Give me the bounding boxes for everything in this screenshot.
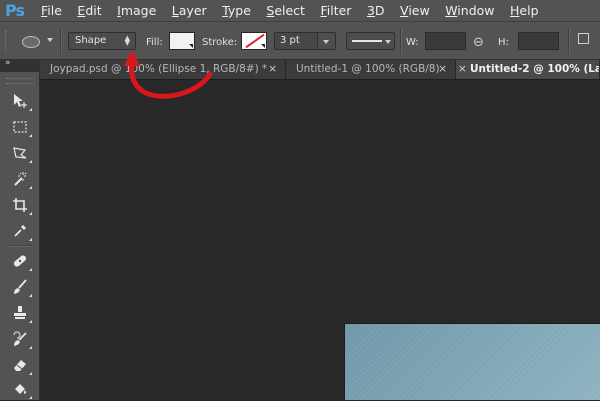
healing-brush-tool-icon[interactable] [8, 250, 32, 272]
eyedropper-tool-icon[interactable] [8, 220, 32, 242]
height-label: H: [498, 37, 509, 48]
eraser-tool-icon[interactable] [8, 354, 32, 376]
menu-view[interactable]: View [400, 0, 430, 22]
menu-type[interactable]: Type [222, 0, 251, 22]
tab-label: Untitled-1 @ 100% (RGB/8) [296, 63, 440, 75]
tools-panel-header[interactable]: » [0, 58, 40, 72]
options-separator [60, 28, 62, 54]
clone-stamp-tool-icon[interactable] [8, 302, 32, 324]
menu-3d[interactable]: 3D [367, 0, 385, 22]
chevron-down-icon [385, 40, 391, 44]
menu-layer[interactable]: Layer [172, 0, 207, 22]
menu-bar: Ps File Edit Image Layer Type Select Fil… [0, 0, 600, 22]
menu-window[interactable]: Window [445, 0, 494, 22]
menu-file[interactable]: File [41, 0, 62, 22]
tools-panel [0, 72, 40, 400]
width-input[interactable] [425, 32, 466, 50]
tools-separator [6, 245, 34, 247]
crop-tool-icon[interactable] [8, 194, 32, 216]
menu-help[interactable]: Help [510, 0, 539, 22]
menu-image[interactable]: Image [117, 0, 156, 22]
options-separator [568, 28, 570, 54]
stroke-type-select[interactable] [346, 32, 395, 50]
ellipse-tool-preset-icon[interactable] [22, 36, 40, 48]
solid-line-icon [352, 40, 382, 42]
move-tool-icon[interactable] [8, 90, 32, 112]
chevron-down-icon [323, 40, 329, 44]
collapse-chevrons-icon: » [5, 58, 10, 68]
options-separator [400, 28, 402, 54]
tab-label: Untitled-2 @ 100% (Layer [470, 63, 600, 75]
tab-untitled-2[interactable]: × Untitled-2 @ 100% (Layer [456, 60, 600, 79]
menu-edit[interactable]: Edit [77, 0, 101, 22]
tool-preset-dropdown-arrow-icon[interactable] [47, 38, 53, 42]
stroke-color-swatch[interactable] [241, 32, 267, 50]
stroke-width-dropdown-button[interactable] [318, 32, 336, 50]
stroke-swatch-dropdown-icon [261, 44, 265, 48]
document-edge [344, 323, 600, 401]
photoshop-logo: Ps [5, 0, 25, 20]
lasso-tool-icon[interactable] [8, 142, 32, 164]
canvas-area[interactable] [40, 80, 600, 401]
close-icon[interactable]: × [268, 60, 277, 79]
path-operations-icon[interactable] [578, 33, 589, 44]
tab-untitled-1[interactable]: Untitled-1 @ 100% (RGB/8) × [286, 60, 456, 79]
menu-filter[interactable]: Filter [320, 0, 351, 22]
brush-tool-icon[interactable] [8, 276, 32, 298]
magic-wand-tool-icon[interactable] [8, 168, 32, 190]
tool-mode-value: Shape [75, 35, 107, 46]
menu-select[interactable]: Select [266, 0, 305, 22]
options-bar-grip[interactable] [5, 30, 10, 52]
link-icon[interactable]: ⊖ [473, 35, 484, 50]
paint-bucket-tool-icon[interactable] [8, 378, 32, 400]
red-annotation-arrow-icon [124, 50, 213, 99]
close-icon[interactable]: × [456, 60, 467, 79]
options-bar: Shape ▲ ▼ Fill: Stroke: 3 pt W: ⊖ H: [0, 22, 600, 60]
stroke-width-input[interactable]: 3 pt [274, 32, 318, 50]
rectangular-marquee-tool-icon[interactable] [8, 116, 32, 138]
history-brush-tool-icon[interactable] [8, 328, 32, 350]
close-icon[interactable]: × [438, 60, 447, 79]
tools-panel-grip[interactable] [6, 78, 34, 84]
height-input[interactable] [518, 32, 559, 50]
width-label: W: [406, 37, 419, 48]
document-canvas[interactable] [344, 323, 600, 401]
